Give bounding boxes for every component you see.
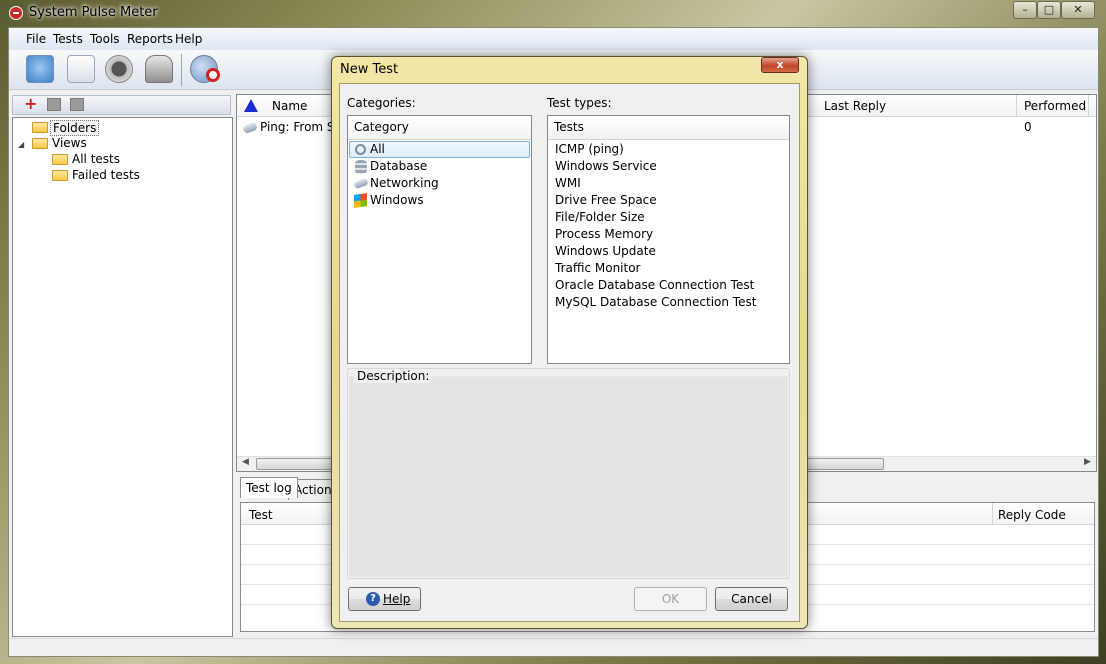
tab-test-log[interactable]: Test log (240, 477, 298, 498)
folder-icon (32, 138, 48, 149)
description-label: Description: (354, 369, 433, 383)
category-header[interactable]: Category (348, 116, 531, 140)
folder-icon (52, 170, 68, 181)
folder-icon (52, 154, 68, 165)
folder-icon (32, 122, 48, 133)
test-type-item[interactable]: ICMP (ping) (555, 141, 624, 158)
folder-tree (12, 117, 233, 637)
category-all[interactable]: All (370, 141, 385, 158)
delete-folder-icon[interactable] (70, 98, 84, 111)
status-sort-icon[interactable] (244, 99, 258, 112)
add-folder-icon[interactable]: + (24, 96, 37, 112)
tree-all-tests[interactable]: All tests (72, 152, 120, 168)
menu-tools[interactable]: Tools (90, 32, 120, 46)
delete-icon[interactable] (145, 55, 173, 83)
dialog-close-button[interactable]: x (761, 57, 799, 73)
test-type-item[interactable]: Traffic Monitor (555, 260, 640, 277)
scroll-right-icon[interactable]: ▶ (1084, 457, 1091, 467)
column-divider[interactable] (1088, 95, 1089, 117)
title-bar (0, 0, 1106, 26)
tree-views[interactable]: Views (52, 136, 87, 152)
log-column-test[interactable]: Test (249, 508, 273, 522)
category-windows[interactable]: Windows (370, 192, 424, 209)
status-bar (9, 638, 1098, 656)
column-performed[interactable]: Performed (1024, 99, 1086, 113)
collapse-icon[interactable]: ◢ (18, 140, 24, 149)
test-type-item[interactable]: MySQL Database Connection Test (555, 294, 756, 311)
windows-icon (354, 193, 367, 208)
help-button-label: Help (383, 592, 411, 606)
column-divider[interactable] (992, 503, 993, 525)
edit-folder-icon[interactable] (47, 98, 61, 111)
column-last-reply[interactable]: Last Reply (824, 99, 886, 113)
test-type-item[interactable]: File/Folder Size (555, 209, 645, 226)
minimize-button[interactable]: – (1013, 1, 1037, 19)
menu-help[interactable]: Help (175, 32, 202, 46)
test-type-item[interactable]: WMI (555, 175, 581, 192)
help-icon: ? (366, 592, 380, 606)
test-type-item[interactable]: Windows Service (555, 158, 657, 175)
tests-header[interactable]: Tests (548, 116, 789, 140)
description-area (349, 376, 788, 577)
new-test-icon[interactable] (26, 55, 54, 83)
menu-reports[interactable]: Reports (127, 32, 173, 46)
toolbar-separator (181, 54, 182, 86)
category-database[interactable]: Database (370, 158, 427, 175)
scroll-left-icon[interactable]: ◀ (242, 457, 249, 467)
tree-folders[interactable]: Folders (50, 120, 100, 136)
ok-button[interactable]: OK (634, 587, 707, 611)
menu-file[interactable]: File (26, 32, 46, 46)
column-divider[interactable] (1016, 95, 1017, 117)
categories-label: Categories: (347, 96, 416, 110)
app-icon (9, 6, 23, 20)
test-type-item[interactable]: Oracle Database Connection Test (555, 277, 754, 294)
window-title: System Pulse Meter (29, 5, 158, 20)
tree-toolbar (12, 95, 231, 115)
maximize-button[interactable]: □ (1037, 1, 1061, 19)
test-type-item[interactable]: Drive Free Space (555, 192, 657, 209)
category-networking[interactable]: Networking (370, 175, 439, 192)
run-test-icon[interactable] (105, 55, 133, 83)
test-type-item[interactable]: Process Memory (555, 226, 653, 243)
close-window-button[interactable]: ✕ (1061, 1, 1095, 19)
test-row-performed: 0 (1024, 120, 1032, 134)
tree-failed-tests[interactable]: Failed tests (72, 168, 140, 184)
cancel-button[interactable]: Cancel (715, 587, 788, 611)
stop-badge-icon (206, 68, 220, 82)
test-type-item[interactable]: Windows Update (555, 243, 656, 260)
test-types-label: Test types: (547, 96, 612, 110)
log-column-reply-code[interactable]: Reply Code (998, 508, 1066, 522)
column-name[interactable]: Name (272, 99, 307, 113)
dialog-title: New Test (340, 62, 399, 77)
database-icon (355, 160, 367, 174)
help-button[interactable]: ? Help (348, 587, 421, 611)
search-icon (355, 144, 366, 155)
properties-icon[interactable] (67, 55, 95, 83)
menu-tests[interactable]: Tests (53, 32, 83, 46)
